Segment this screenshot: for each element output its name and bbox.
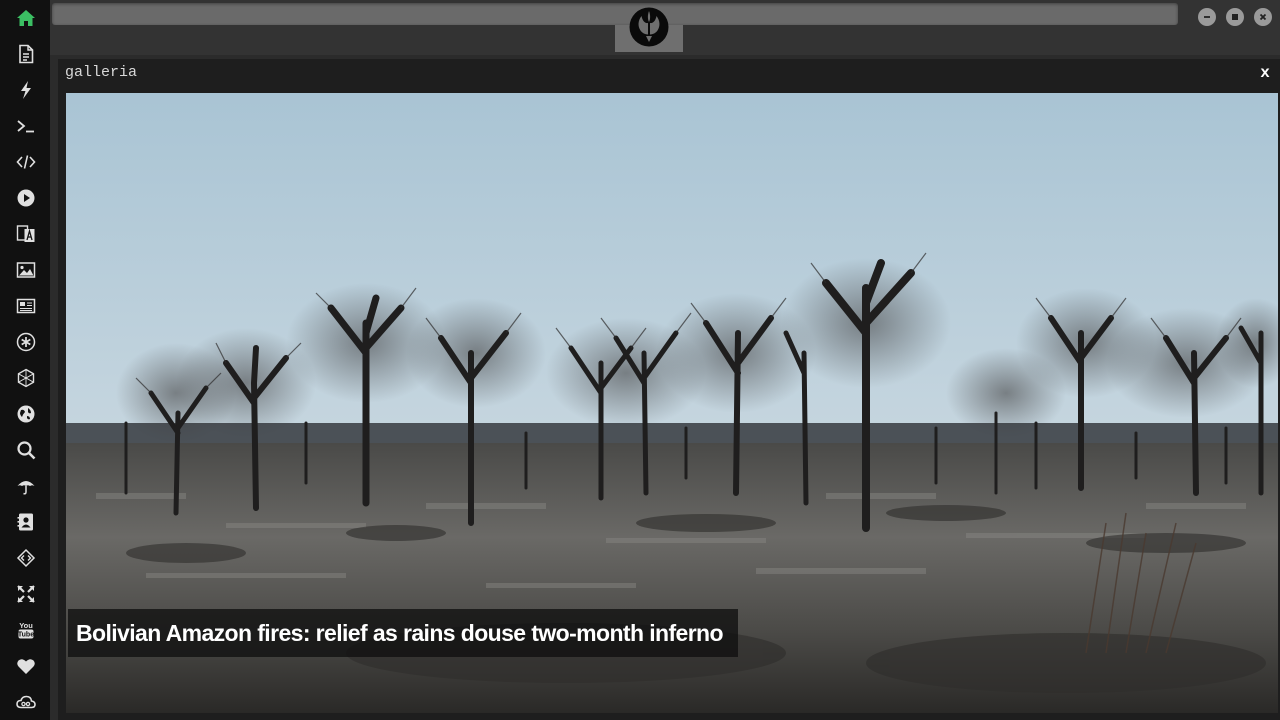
hexagon-icon[interactable] bbox=[11, 363, 41, 393]
document-icon[interactable] bbox=[11, 39, 41, 69]
svg-text:Tube: Tube bbox=[18, 632, 34, 639]
panel-title: galleria bbox=[65, 64, 138, 81]
rebel-alliance-logo[interactable] bbox=[628, 6, 670, 48]
lightning-icon[interactable] bbox=[11, 75, 41, 105]
panel-close-button[interactable]: x bbox=[1257, 63, 1273, 83]
terminal-icon[interactable] bbox=[11, 111, 41, 141]
gallery-caption[interactable]: Bolivian Amazon fires: relief as rains d… bbox=[68, 609, 738, 657]
home-icon[interactable] bbox=[11, 3, 41, 33]
youtube-icon[interactable]: You Tube bbox=[11, 615, 41, 645]
search-icon[interactable] bbox=[11, 435, 41, 465]
cloud-icon[interactable] bbox=[11, 687, 41, 717]
heart-icon[interactable] bbox=[11, 651, 41, 681]
close-icon[interactable] bbox=[1254, 8, 1272, 26]
contact-card-icon[interactable] bbox=[11, 507, 41, 537]
code-icon[interactable] bbox=[11, 147, 41, 177]
asterisk-icon[interactable] bbox=[11, 327, 41, 357]
sidebar: You Tube bbox=[0, 0, 50, 720]
newspaper-icon[interactable] bbox=[11, 291, 41, 321]
minimize-icon[interactable] bbox=[1198, 8, 1216, 26]
image-icon[interactable] bbox=[11, 255, 41, 285]
umbrella-icon[interactable] bbox=[11, 471, 41, 501]
play-icon[interactable] bbox=[11, 183, 41, 213]
globe-icon[interactable] bbox=[11, 399, 41, 429]
svg-text:You: You bbox=[19, 621, 33, 630]
tag-code-icon[interactable] bbox=[11, 543, 41, 573]
maximize-icon[interactable] bbox=[1226, 8, 1244, 26]
address-bar[interactable] bbox=[52, 3, 1178, 25]
translate-icon[interactable] bbox=[11, 219, 41, 249]
expand-icon[interactable] bbox=[11, 579, 41, 609]
